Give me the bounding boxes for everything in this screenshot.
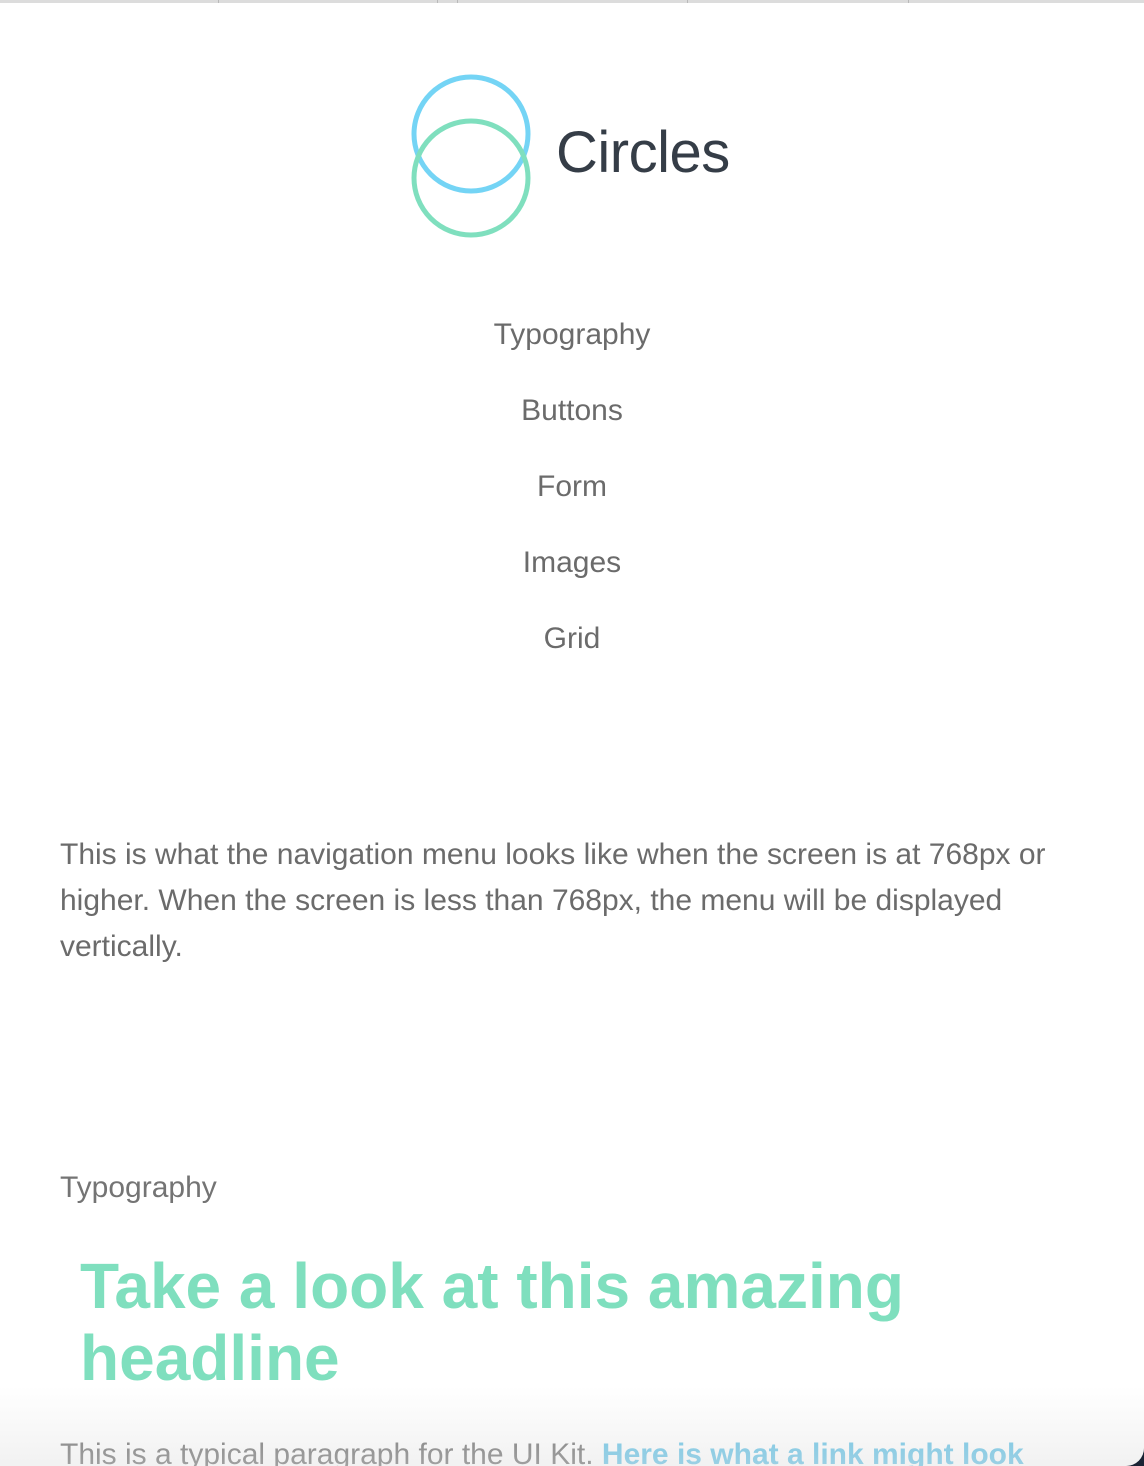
main-nav: Typography Buttons Form Images Grid [0, 312, 1144, 692]
nav-description: This is what the navigation menu looks l… [60, 838, 1046, 963]
paragraph-link[interactable]: Here is what a link might look [602, 1438, 1024, 1466]
brand-logo[interactable]: Circles [410, 72, 750, 242]
nav-link-form[interactable]: Form [537, 464, 607, 510]
nav-item-typography: Typography [0, 312, 1144, 388]
brand-name: Circles [556, 120, 730, 185]
paragraph-text: This is a typical paragraph for the UI K… [60, 1438, 602, 1466]
nav-item-form: Form [0, 464, 1144, 540]
page: Circles Typography Buttons Form Images G… [0, 0, 1144, 1466]
nav-link-typography[interactable]: Typography [494, 312, 651, 358]
circles-logo-icon [411, 74, 531, 238]
nav-item-grid: Grid [0, 616, 1144, 692]
nav-link-grid[interactable]: Grid [544, 616, 601, 662]
nav-link-buttons[interactable]: Buttons [521, 388, 623, 434]
headline: Take a look at this amazing headline [80, 1250, 904, 1394]
nav-item-images: Images [0, 540, 1144, 616]
nav-link-images[interactable]: Images [523, 540, 621, 586]
top-border [0, 0, 1144, 3]
nav-item-buttons: Buttons [0, 388, 1144, 464]
typical-paragraph: This is a typical paragraph for the UI K… [60, 1432, 1120, 1466]
section-label-typography: Typography [60, 1171, 217, 1204]
